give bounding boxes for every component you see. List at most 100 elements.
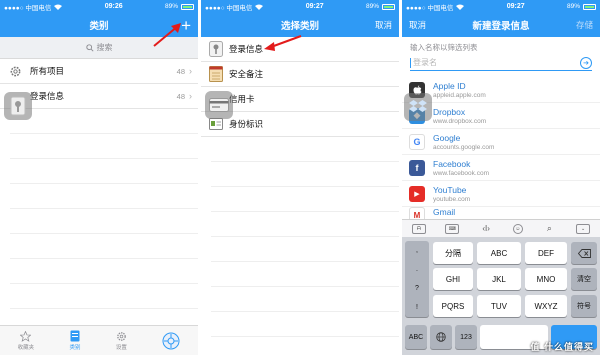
service-name: YouTube: [433, 184, 467, 195]
status-time: 09:26: [104, 3, 123, 10]
key-label: 清空: [577, 276, 591, 283]
battery-icon: [180, 3, 194, 10]
punct-key-label: ,: [416, 247, 418, 254]
service-item-facebook[interactable]: f Facebook www.facebook.com: [402, 155, 600, 181]
key-label: JKL: [492, 274, 506, 284]
youtube-icon: ▶: [409, 185, 425, 202]
key-ghi[interactable]: GHI: [433, 268, 473, 290]
save-button[interactable]: 存储: [576, 13, 593, 37]
emoji-icon[interactable]: ☺: [512, 223, 523, 234]
key-globe[interactable]: [430, 325, 452, 349]
service-url: appleid.apple.com: [433, 91, 486, 99]
keyboard-toolbar: ᗩ ⌨ ‹I› ☺ ⌕ ⌄: [402, 219, 600, 237]
key-delete[interactable]: [571, 242, 597, 264]
punct-key-label: ?: [415, 285, 419, 292]
carrier-label: ●●●●○ 中国电信: [205, 4, 253, 12]
empty-row: [211, 337, 399, 355]
key-separator[interactable]: 分隔: [433, 242, 473, 264]
keyboard-hide-icon[interactable]: ⌄: [576, 223, 591, 234]
login-name-input[interactable]: 登录名 ➔: [410, 55, 592, 71]
tab-settings[interactable]: 设置: [116, 331, 127, 351]
key-label: ABC: [408, 333, 424, 341]
service-url: youtube.com: [433, 195, 471, 203]
carrier-label: ●●●●○ 中国电信: [4, 4, 52, 12]
key-comma[interactable]: , . ? !: [405, 241, 429, 317]
empty-row: [211, 237, 399, 262]
key-wxyz[interactable]: WXYZ: [525, 295, 567, 317]
tab-label: 设置: [115, 344, 127, 351]
wifi-icon: [456, 4, 465, 10]
key-label: TUV: [491, 301, 507, 311]
text-caret: [410, 57, 411, 68]
key-icon: [209, 41, 223, 57]
cancel-button[interactable]: 取消: [409, 13, 426, 37]
categories-icon: [70, 330, 80, 342]
row-label: 所有项目: [30, 66, 65, 76]
key-label: WXYZ: [534, 301, 558, 311]
key-label: 分隔: [445, 248, 461, 258]
tab-categories[interactable]: 类别: [70, 330, 81, 351]
gear-icon: [8, 64, 22, 78]
keyboard-switch-icon[interactable]: ⌨: [445, 223, 460, 234]
red-arrow-icon: [264, 35, 302, 51]
gear-icon: [117, 331, 126, 341]
facebook-icon: f: [409, 159, 425, 176]
status-bar: ●●●●○ 中国电信 09:27 89%: [201, 0, 399, 13]
service-url: www.dropbox.com: [433, 117, 487, 125]
empty-row: [10, 184, 198, 209]
tab-favorites[interactable]: 收藏夹: [17, 330, 35, 351]
login-item-icon: [4, 92, 32, 120]
row-label: 安全备注: [229, 69, 264, 79]
key-clear[interactable]: 清空: [571, 268, 597, 290]
key-123[interactable]: 123: [455, 325, 477, 349]
battery-percent: 89%: [164, 3, 178, 10]
key-tuv[interactable]: TUV: [477, 295, 521, 317]
service-name: Google: [433, 132, 461, 143]
empty-row: [10, 134, 198, 159]
search-icon[interactable]: ⌕: [542, 223, 556, 234]
cancel-button[interactable]: 取消: [375, 13, 392, 37]
service-item-google[interactable]: G Google accounts.google.com: [402, 129, 600, 155]
service-name: Dropbox: [433, 106, 466, 117]
globe-icon: [436, 332, 446, 342]
screen-new-login: ●●●●○ 中国电信 09:27 89% 取消 新建登录信息 存储 输入名称以筛…: [402, 0, 600, 355]
battery-icon: [381, 3, 395, 10]
cursor-move-icon[interactable]: ‹I›: [479, 224, 493, 234]
empty-row: [211, 137, 399, 162]
keyboard-logo-icon[interactable]: ᗩ: [411, 223, 426, 234]
go-arrow-icon[interactable]: ➔: [580, 57, 592, 69]
battery-percent: 89%: [566, 3, 580, 10]
tab-label: 类别: [69, 345, 81, 351]
key-mno[interactable]: MNO: [525, 268, 567, 290]
search-icon: [85, 43, 94, 52]
category-row-all[interactable]: 所有项目 48 ›: [0, 59, 198, 84]
key-abc[interactable]: ABC: [477, 242, 521, 264]
google-icon: G: [409, 133, 425, 150]
service-name: Gmail: [433, 207, 456, 217]
carrier-label: ●●●●○ 中国电信: [406, 4, 454, 12]
tab-label: 收藏夹: [17, 344, 35, 351]
service-name: Facebook: [433, 158, 471, 169]
empty-row: [211, 187, 399, 212]
empty-row: [211, 262, 399, 287]
screen-select-category: ●●●●○ 中国电信 09:27 89% 选择类别 取消 登录信息 安全备注 信…: [201, 0, 399, 355]
row-count: 48: [176, 66, 185, 76]
tab-locker[interactable]: [162, 332, 180, 350]
key-def[interactable]: DEF: [525, 242, 567, 264]
key-label: 符号: [577, 303, 591, 310]
wifi-icon: [54, 4, 63, 10]
category-option-note[interactable]: 安全备注: [201, 62, 399, 87]
key-abc-switch[interactable]: ABC: [405, 325, 427, 349]
screen-categories: ●●●●○ 中国电信 09:26 89% 类别 + 搜索 所有项目 48 › 登…: [0, 0, 198, 355]
battery-percent: 89%: [365, 3, 379, 10]
service-item-youtube[interactable]: ▶ YouTube youtube.com: [402, 181, 600, 207]
key-jkl[interactable]: JKL: [477, 268, 521, 290]
key-symbols[interactable]: 符号: [571, 295, 597, 317]
row-label: 身份标识: [229, 119, 264, 129]
key-label: ABC: [490, 248, 508, 258]
page-title: 选择类别: [280, 21, 319, 32]
empty-row: [211, 287, 399, 312]
row-label: 信用卡: [229, 94, 255, 104]
key-pqrs[interactable]: PQRS: [433, 295, 473, 317]
service-url: accounts.google.com: [433, 143, 495, 151]
